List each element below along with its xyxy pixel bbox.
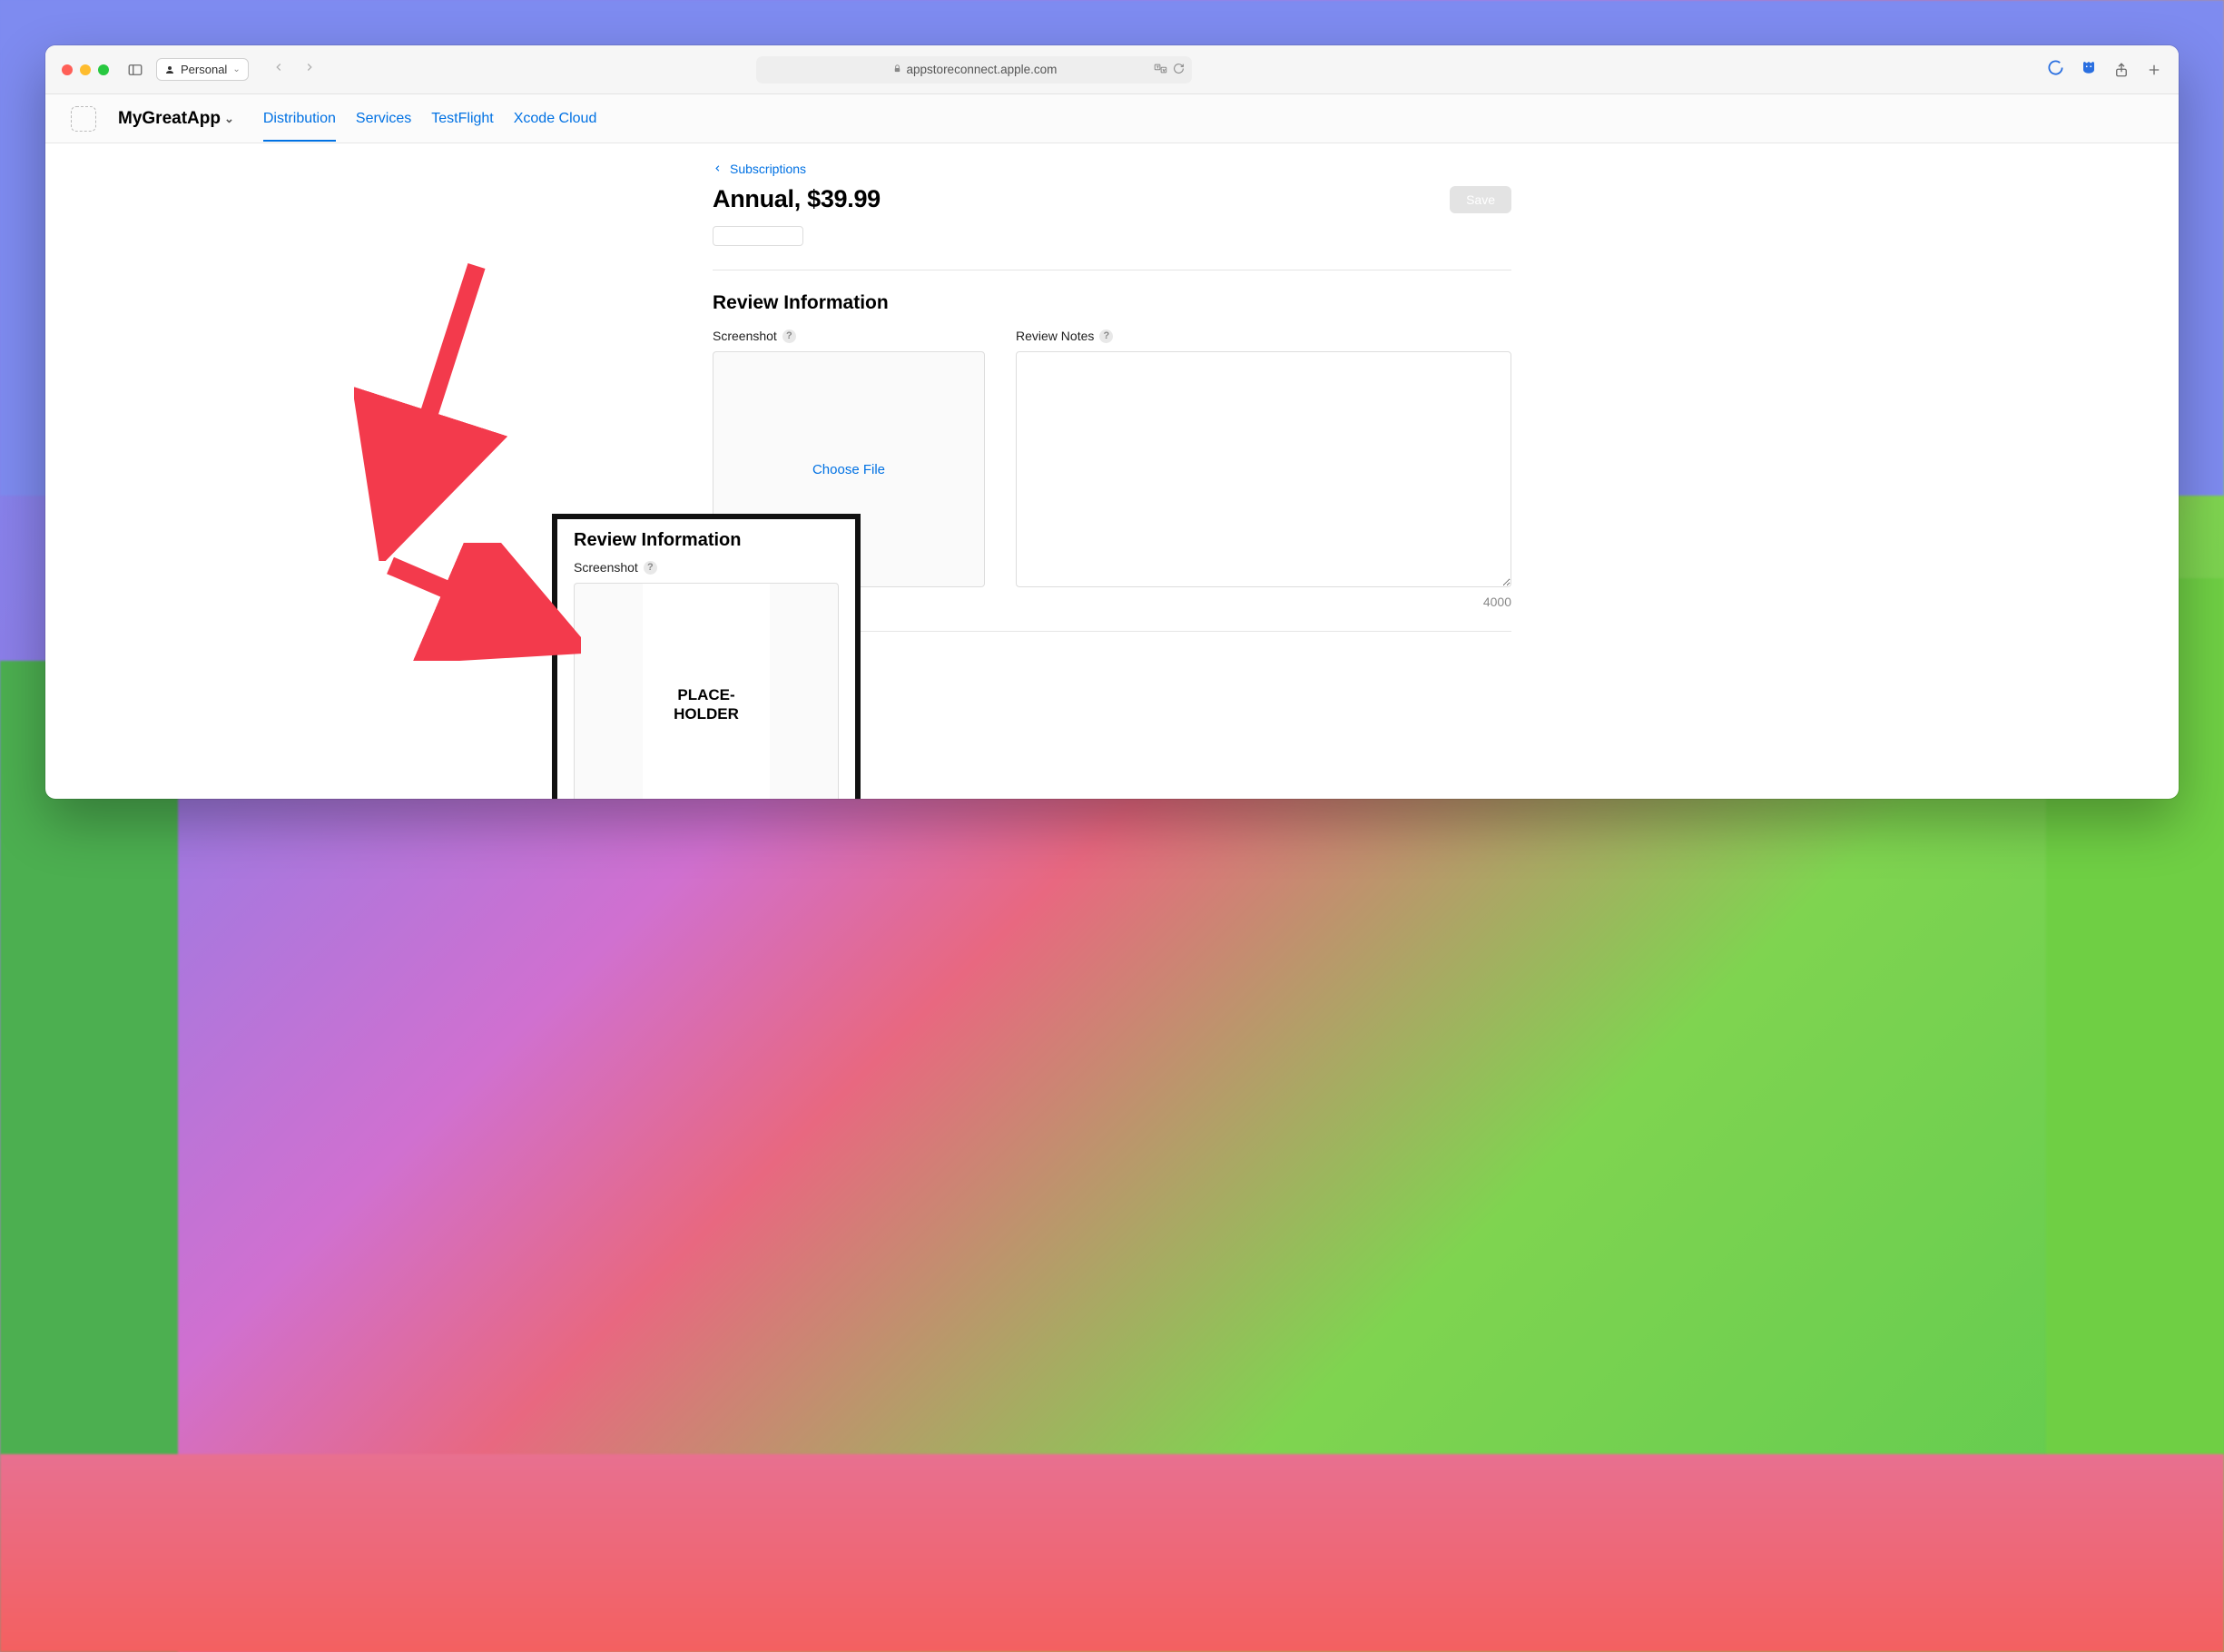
field-stub[interactable] [713,226,803,246]
callout-title: Review Information [574,530,839,551]
page-content: Subscriptions Annual, $39.99 Save Review… [45,143,2179,799]
translate-icon[interactable] [1154,63,1167,77]
help-icon: ? [644,561,657,575]
breadcrumb[interactable]: Subscriptions [713,162,1511,176]
lock-icon [892,63,902,76]
refresh-icon[interactable] [1173,63,1185,77]
page-title: Annual, $39.99 [713,185,881,213]
fullscreen-window-button[interactable] [98,64,109,75]
section-title-review: Review Information [713,292,1511,314]
url-display: appstoreconnect.apple.com [907,63,1058,76]
safari-window: Personal ⌄ appstoreconnect.apple.com [45,45,2179,799]
app-logo [71,106,96,132]
choose-file-button[interactable]: Choose File [812,462,885,477]
annotation-callout: Review Information Screenshot ? PLACE- H… [552,514,861,799]
breadcrumb-label: Subscriptions [730,162,806,176]
share-icon[interactable] [2113,62,2130,78]
annotation-arrow [354,252,508,561]
annotation-arrow [372,543,581,661]
app-name-selector[interactable]: MyGreatApp ⌄ [118,109,234,129]
chevron-left-icon [713,162,723,176]
app-nav-bar: MyGreatApp ⌄ Distribution Services TestF… [45,94,2179,143]
close-window-button[interactable] [62,64,73,75]
screenshot-label: Screenshot [713,329,777,343]
new-tab-icon[interactable] [2146,62,2162,78]
window-controls [62,64,109,75]
tab-xcode-cloud[interactable]: Xcode Cloud [514,98,597,140]
profile-selector[interactable]: Personal ⌄ [156,58,249,81]
callout-dropzone: PLACE- HOLDER [574,583,839,799]
minimize-window-button[interactable] [80,64,91,75]
review-notes-input[interactable] [1016,351,1511,587]
chevron-down-icon: ⌄ [224,112,234,126]
profile-label: Personal [181,63,227,76]
tab-services[interactable]: Services [356,98,411,140]
help-icon[interactable]: ? [1099,329,1113,343]
forward-button[interactable] [296,57,323,82]
tab-testflight[interactable]: TestFlight [431,98,493,140]
callout-screenshot-label: Screenshot [574,560,638,575]
downloads-icon[interactable] [2047,59,2064,81]
char-count: 4000 [1016,595,1511,609]
browser-toolbar: Personal ⌄ appstoreconnect.apple.com [45,45,2179,94]
chevron-down-icon: ⌄ [232,64,240,74]
placeholder-text: PLACE- HOLDER [674,685,739,724]
address-bar[interactable]: appstoreconnect.apple.com [756,56,1192,84]
back-button[interactable] [265,57,292,82]
review-notes-label: Review Notes [1016,329,1094,343]
save-button[interactable]: Save [1450,186,1511,213]
sidebar-toggle-icon[interactable] [127,62,143,78]
help-icon[interactable]: ? [782,329,796,343]
extension-icon[interactable] [2081,59,2097,80]
tab-distribution[interactable]: Distribution [263,98,336,140]
